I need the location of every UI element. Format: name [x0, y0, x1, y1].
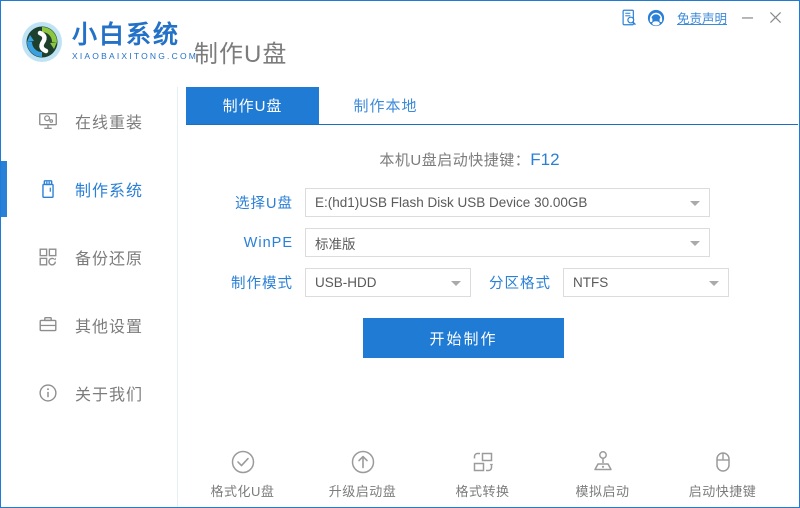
sidebar-item-make-system[interactable]: 制作系统: [1, 155, 177, 223]
app-window: 免责声明 小白系统 XIAOBAIXITONG.COM 制作U盘 在线重装 制作…: [0, 0, 800, 508]
usb-select-value: E:(hd1)USB Flash Disk USB Device 30.00GB: [315, 195, 588, 210]
sidebar-item-label: 其他设置: [75, 319, 144, 336]
info-circle-icon: [35, 380, 61, 406]
usb-select[interactable]: E:(hd1)USB Flash Disk USB Device 30.00GB: [305, 188, 710, 217]
sidebar-item-about-us[interactable]: 关于我们: [1, 359, 177, 427]
tool-label: 启动快捷键: [688, 484, 757, 499]
tool-simulate-boot[interactable]: 模拟启动: [565, 445, 641, 500]
document-search-icon[interactable]: [617, 5, 643, 31]
winpe-row: WinPE 标准版: [219, 228, 799, 257]
main-content: 制作U盘 制作本地 本机U盘启动快捷键：F12 选择U盘 E:(hd1)USB …: [179, 87, 799, 507]
tab-make-usb[interactable]: 制作U盘: [186, 87, 319, 124]
sidebar-item-label: 备份还原: [75, 251, 144, 268]
partition-select[interactable]: NTFS: [563, 268, 729, 297]
sidebar-item-backup-restore[interactable]: 备份还原: [1, 223, 177, 291]
chevron-down-icon: [690, 240, 700, 246]
disclaimer-link[interactable]: 免责声明: [677, 8, 727, 27]
grid-refresh-icon: [35, 244, 61, 270]
sidebar-item-label: 在线重装: [75, 115, 144, 132]
monitor-icon: [35, 108, 61, 134]
arrow-up-circle-icon: [349, 445, 377, 479]
chevron-down-icon: [451, 280, 461, 286]
tool-boot-hotkey[interactable]: 启动快捷键: [685, 445, 761, 500]
winpe-select[interactable]: 标准版: [305, 228, 710, 257]
chevron-down-icon: [709, 280, 719, 286]
tab-bar: 制作U盘 制作本地: [186, 87, 798, 125]
usb-row: 选择U盘 E:(hd1)USB Flash Disk USB Device 30…: [219, 188, 799, 217]
mode-partition-row: 制作模式 USB-HDD 分区格式 NTFS: [219, 268, 799, 297]
mouse-icon: [709, 445, 737, 479]
mode-select[interactable]: USB-HDD: [305, 268, 471, 297]
boot-hotkey-label: 本机U盘启动快捷键：: [379, 152, 531, 169]
page-title: 制作U盘: [194, 41, 288, 68]
partition-label: 分区格式: [489, 276, 551, 292]
close-button[interactable]: [761, 5, 789, 31]
mode-label: 制作模式: [231, 276, 293, 292]
logo-mark-icon: [19, 19, 65, 65]
winpe-label: WinPE: [243, 234, 293, 251]
tool-label: 升级启动盘: [328, 484, 397, 499]
partition-select-value: NTFS: [573, 275, 609, 290]
chevron-down-icon: [690, 200, 700, 206]
sidebar: 在线重装 制作系统 备份还原 其他设置 关于我们: [1, 87, 178, 507]
tool-format-usb[interactable]: 格式化U盘: [205, 445, 281, 500]
start-make-button[interactable]: 开始制作: [363, 318, 564, 358]
usb-drive-icon: [35, 176, 61, 202]
sidebar-item-label: 关于我们: [75, 387, 144, 404]
tool-bar: 格式化U盘 升级启动盘 格式转换 模拟启动 启动快捷键: [179, 445, 799, 500]
tab-make-local[interactable]: 制作本地: [319, 87, 452, 124]
mode-select-value: USB-HDD: [315, 275, 377, 290]
winpe-select-value: 标准版: [315, 236, 356, 252]
sidebar-item-label: 制作系统: [75, 183, 144, 200]
logo-name-cn: 小白系统: [72, 21, 181, 50]
sidebar-item-online-reinstall[interactable]: 在线重装: [1, 87, 177, 155]
boot-hotkey-hint: 本机U盘启动快捷键：F12: [179, 149, 799, 170]
toolbox-icon: [35, 312, 61, 338]
start-button-wrap: 开始制作: [179, 318, 799, 358]
usb-label: 选择U盘: [235, 196, 293, 212]
tool-label: 格式化U盘: [210, 484, 275, 499]
check-circle-icon: [229, 445, 257, 479]
sidebar-item-other-settings[interactable]: 其他设置: [1, 291, 177, 359]
logo-name-en: XIAOBAIXITONG.COM: [72, 51, 199, 62]
format-convert-icon: [469, 445, 497, 479]
boot-hotkey-value: F12: [530, 150, 560, 169]
minimize-button[interactable]: [733, 5, 761, 31]
app-logo: 小白系统 XIAOBAIXITONG.COM: [19, 19, 198, 65]
tool-upgrade-boot-disk[interactable]: 升级启动盘: [325, 445, 401, 500]
tool-label: 格式转换: [455, 484, 510, 499]
logo-text: 小白系统 XIAOBAIXITONG.COM: [72, 23, 198, 61]
joystick-icon: [589, 445, 617, 479]
usb-form: 选择U盘 E:(hd1)USB Flash Disk USB Device 30…: [179, 188, 799, 297]
tool-label: 模拟启动: [575, 484, 630, 499]
customer-service-icon[interactable]: [643, 5, 669, 31]
tool-format-convert[interactable]: 格式转换: [445, 445, 521, 500]
